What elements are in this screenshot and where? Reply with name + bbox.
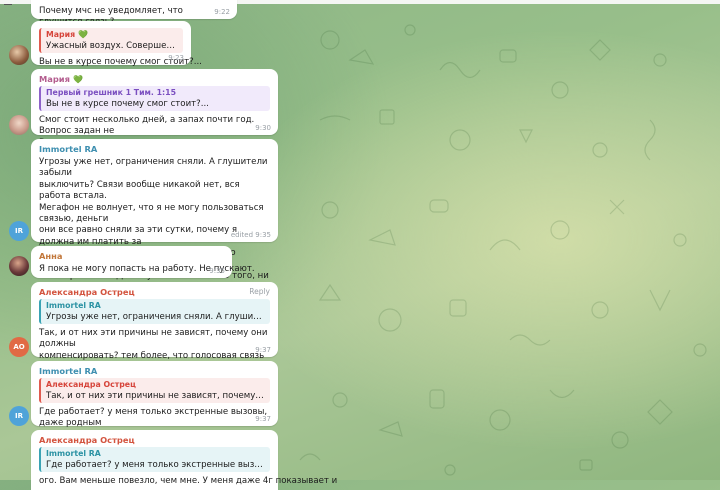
quote-text: Угрозы уже нет, ограничения сняли. А глу… [46,311,265,322]
quote-text: Ужасный воздух. Совершенно нече... [46,40,178,51]
avatar[interactable]: АО [9,337,29,357]
reply-quote[interactable]: Immortel RA Угрозы уже нет, ограничения … [39,299,270,324]
message-text: Я пока не могу попасть на работу. Не пус… [39,264,255,274]
sender-name[interactable]: Мария [39,74,70,84]
message-bubble[interactable]: Анна Я пока не могу попасть на работу. Н… [31,246,255,278]
message-time: 9:37 [255,346,271,354]
message-time: 9:35 [209,267,225,275]
reply-quote[interactable]: Мария💚 Ужасный воздух. Совершенно нече..… [39,28,183,53]
message-time: 9:37 [255,415,271,423]
reply-quote[interactable]: Первый грешник 1 Тим. 1:15 Вы не в курсе… [39,86,270,111]
message-bubble[interactable]: Александра Острец Immortel RA Где работа… [31,430,338,490]
heart-icon: 💚 [72,75,83,84]
reply-quote[interactable]: Immortel RA Где работает? у меня только … [39,447,270,472]
message-text: Вы не в курсе почему смог стоит?... [39,57,202,67]
reply-button[interactable]: Reply [249,287,270,296]
message-time: 9:22 [214,8,230,16]
menu-icon[interactable] [4,0,12,5]
quote-text: Вы не в курсе почему смог стоит?... [46,98,209,109]
avatar[interactable] [9,115,29,135]
sender-name[interactable]: Анна [39,251,63,261]
message-bubble[interactable]: Immortel RA Александра Острец Так, и от … [31,361,278,440]
sender-name[interactable]: Александра Острец [39,287,135,297]
message-bubble[interactable]: Почему мчс не уведомляет, что глушится с… [31,0,237,27]
message-bubble[interactable]: Александра Острец Reply Immortel RA Угро… [31,282,278,384]
message-time: 9:30 [255,124,271,132]
heart-icon: 💚 [78,30,89,39]
avatar[interactable]: IR [9,221,29,241]
quote-sender: Immortel RA [46,301,101,310]
message-bubble[interactable]: Immortel RA Угрозы уже нет, ограничения … [31,139,278,338]
sender-name[interactable]: Александра Острец [39,435,135,445]
quote-sender: Мария [46,30,76,39]
quote-text: Так, и от них эти причины не зависят, по… [46,390,265,401]
message-time: 9:23 [168,54,184,62]
message-bubble[interactable]: Мария 💚 Первый грешник 1 Тим. 1:15 Вы не … [31,69,278,148]
sender-name[interactable]: Immortel RA [39,144,97,154]
avatar[interactable] [9,256,29,276]
avatar[interactable]: IR [9,406,29,426]
quote-sender: Александра Острец [46,380,136,389]
message-text: ого. Вам меньше повезло, чем мне. У меня… [39,476,338,486]
avatar[interactable] [9,45,29,65]
reply-quote[interactable]: Александра Острец Так, и от них эти прич… [39,378,270,403]
quote-text: Где работает? у меня только экстренные в… [46,459,265,470]
message-time: edited 9:35 [230,231,271,239]
quote-sender: Первый грешник 1 Тим. 1:15 [46,88,177,97]
sender-name[interactable]: Immortel RA [39,366,97,376]
message-bubble[interactable]: Мария💚 Ужасный воздух. Совершенно нече..… [31,21,202,67]
quote-sender: Immortel RA [46,449,101,458]
